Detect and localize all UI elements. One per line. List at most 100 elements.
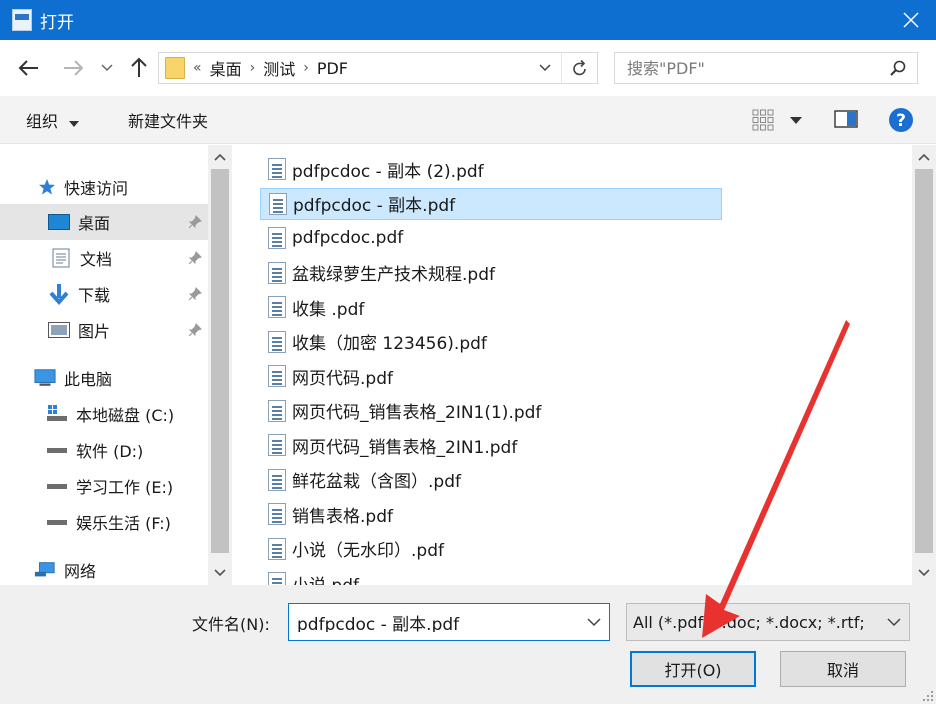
drive-icon	[46, 476, 68, 496]
scrollbar-thumb[interactable]	[915, 169, 933, 553]
refresh-button[interactable]	[561, 53, 597, 83]
drive-icon	[46, 404, 68, 424]
scroll-down-icon[interactable]	[912, 563, 936, 583]
file-icon	[268, 434, 286, 456]
forward-button[interactable]	[58, 52, 88, 84]
document-icon	[50, 248, 72, 268]
title-bar: 打开	[0, 0, 936, 40]
pin-icon[interactable]	[188, 250, 202, 269]
file-list-item[interactable]: 小说.pdf	[260, 567, 722, 585]
navigation-scrollbar[interactable]	[208, 145, 232, 585]
sidebar-item-documents[interactable]: 文档	[0, 240, 208, 276]
cancel-button[interactable]: 取消	[780, 651, 906, 687]
file-list-item[interactable]: 网页代码.pdf	[260, 360, 722, 392]
scroll-up-icon[interactable]	[912, 147, 936, 167]
preview-pane-button[interactable]	[834, 110, 858, 132]
filename-dropdown-button[interactable]	[587, 612, 601, 631]
file-name: 小说.pdf	[292, 571, 359, 586]
sidebar-item-drive-e[interactable]: 学习工作 (E:)	[0, 468, 208, 504]
sidebar-item-pictures[interactable]: 图片	[0, 312, 208, 348]
pdf-app-icon	[12, 9, 32, 31]
sidebar-item-drive-f[interactable]: 娱乐生活 (F:)	[0, 504, 208, 540]
view-dropdown-button[interactable]	[790, 110, 802, 129]
scroll-up-icon[interactable]	[208, 147, 232, 167]
file-list-item[interactable]: 盆栽绿萝生产技术规程.pdf	[260, 257, 722, 289]
file-list-item[interactable]: 小说（无水印）.pdf	[260, 533, 722, 565]
sidebar-item-desktop[interactable]: 桌面	[0, 204, 208, 240]
search-icon[interactable]	[889, 59, 907, 81]
pin-icon[interactable]	[188, 322, 202, 341]
filename-input[interactable]	[297, 612, 577, 632]
arrow-left-icon	[18, 60, 38, 76]
address-dropdown-button[interactable]	[533, 53, 557, 83]
file-list-item[interactable]: 收集 .pdf	[260, 291, 722, 323]
refresh-icon	[572, 59, 586, 76]
file-name: 网页代码_销售表格_2IN1.pdf	[292, 437, 518, 458]
search-input[interactable]	[627, 54, 887, 82]
breadcrumb-desktop[interactable]: 桌面	[210, 56, 242, 80]
file-type-value: All (*.pdf; *.doc; *.docx; *.rtf;	[633, 612, 865, 632]
resize-grip-icon[interactable]	[922, 690, 934, 702]
sidebar-item-label: 桌面	[78, 214, 111, 233]
open-button[interactable]: 打开(O)	[630, 651, 756, 687]
file-list-item[interactable]: 销售表格.pdf	[260, 498, 722, 530]
back-button[interactable]	[14, 52, 44, 84]
sidebar-item-label: 本地磁盘 (C:)	[76, 406, 175, 425]
new-folder-button[interactable]: 新建文件夹	[128, 108, 208, 132]
address-bar[interactable]: « 桌面 › 测试 › PDF	[158, 52, 598, 84]
dialog-footer: 文件名(N): All (*.pdf; *.doc; *.docx; *.rtf…	[0, 585, 936, 704]
file-list-item[interactable]: pdfpcdoc - 副本 (2).pdf	[260, 153, 722, 185]
file-list-item[interactable]: 鲜花盆栽（含图）.pdf	[260, 464, 722, 496]
preview-pane-icon	[834, 110, 858, 128]
file-type-dropdown-button[interactable]	[887, 612, 901, 631]
recent-locations-button[interactable]	[96, 52, 118, 84]
search-box[interactable]	[614, 52, 918, 84]
grid-view-icon	[752, 109, 774, 131]
file-name: 网页代码.pdf	[292, 368, 393, 389]
file-list: pdfpcdoc - 副本 (2).pdf pdfpcdoc - 副本.pdf pd…	[232, 145, 912, 585]
sidebar-item-downloads[interactable]: 下载	[0, 276, 208, 312]
sidebar-item-drive-d[interactable]: 软件 (D:)	[0, 432, 208, 468]
file-list-item[interactable]: 网页代码_销售表格_2IN1(1).pdf	[260, 395, 722, 427]
scroll-down-icon[interactable]	[208, 563, 232, 583]
file-list-item[interactable]: 网页代码_销售表格_2IN1.pdf	[260, 429, 722, 461]
sidebar-item-this-pc[interactable]: 此电脑	[0, 360, 208, 396]
file-icon	[268, 227, 286, 249]
help-button[interactable]: ?	[888, 107, 914, 137]
svg-text:?: ?	[896, 111, 906, 131]
breadcrumb-test[interactable]: 测试	[263, 56, 295, 80]
overflow-crumbs[interactable]: «	[193, 60, 202, 76]
picture-icon	[48, 320, 70, 340]
drive-icon	[46, 440, 68, 460]
download-icon	[48, 284, 70, 305]
chevron-down-icon	[101, 64, 113, 72]
up-button[interactable]	[124, 52, 154, 84]
organize-button[interactable]: 组织	[26, 108, 80, 132]
sidebar-item-label: 此电脑	[64, 370, 113, 389]
organize-label: 组织	[26, 112, 59, 131]
desktop-icon	[48, 212, 70, 232]
close-icon	[903, 12, 919, 28]
file-list-item[interactable]: pdfpcdoc - 副本.pdf	[260, 187, 722, 220]
file-name: 小说（无水印）.pdf	[292, 541, 444, 561]
chevron-right-icon[interactable]: ›	[250, 60, 256, 76]
sidebar-item-network[interactable]: 网络	[0, 552, 208, 588]
sidebar-item-quick-access[interactable]: 快速访问	[0, 169, 208, 205]
file-list-item[interactable]: pdfpcdoc.pdf	[260, 222, 722, 254]
sidebar-item-label: 下载	[78, 286, 111, 305]
view-options-button[interactable]	[752, 109, 774, 135]
file-type-select[interactable]: All (*.pdf; *.doc; *.docx; *.rtf;	[626, 603, 910, 641]
chevron-right-icon[interactable]: ›	[303, 60, 309, 76]
sidebar-item-drive-c[interactable]: 本地磁盘 (C:)	[0, 396, 208, 432]
close-button[interactable]	[886, 0, 936, 40]
pin-icon[interactable]	[188, 214, 202, 233]
pin-icon[interactable]	[188, 286, 202, 305]
file-list-item[interactable]: 收集（加密 123456).pdf	[260, 326, 722, 358]
breadcrumb-pdf[interactable]: PDF	[317, 59, 348, 78]
filename-combobox[interactable]	[288, 603, 610, 641]
caret-down-icon	[69, 121, 80, 127]
sidebar-item-label: 快速访问	[64, 179, 129, 198]
scrollbar-thumb[interactable]	[211, 169, 229, 553]
file-icon	[268, 296, 286, 318]
file-list-scrollbar[interactable]	[912, 145, 936, 585]
